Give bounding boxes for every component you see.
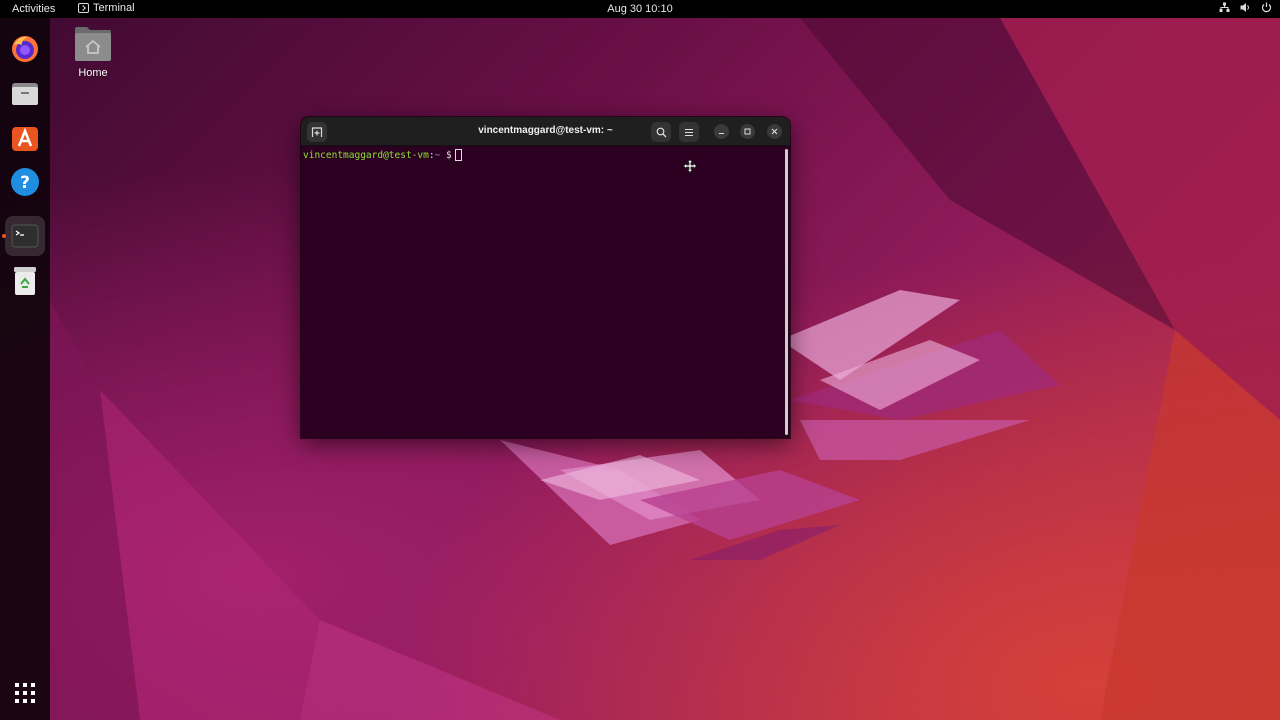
window-title: vincentmaggard@test-vm: ~	[478, 125, 613, 136]
software-icon	[12, 127, 38, 151]
activities-button[interactable]: Activities	[12, 3, 55, 15]
top-bar: Activities Terminal Aug 30 10:10	[0, 0, 1280, 18]
minimize-icon	[719, 133, 724, 134]
firefox-icon	[12, 36, 38, 62]
text-cursor	[454, 149, 462, 161]
prompt-line: vincentmaggard@test-vm: ~ $	[303, 149, 462, 161]
power-icon	[1261, 2, 1272, 13]
svg-text:?: ?	[20, 173, 30, 193]
app-grid-icon	[15, 683, 35, 703]
search-button[interactable]	[651, 122, 671, 142]
dock-help[interactable]: ?	[5, 162, 45, 202]
dock-terminal[interactable]	[5, 216, 45, 256]
files-icon	[12, 83, 38, 105]
new-tab-button[interactable]	[307, 122, 327, 142]
app-menu-label: Terminal	[93, 2, 135, 14]
app-menu-button[interactable]: Terminal	[78, 2, 135, 14]
move-cursor-icon	[683, 159, 697, 173]
desktop-home-icon[interactable]: Home	[70, 25, 116, 79]
volume-icon	[1240, 3, 1249, 12]
dock-trash[interactable]	[5, 261, 45, 301]
scrollbar[interactable]	[785, 149, 788, 435]
terminal-window: vincentmaggard@test-vm: ~ vincentmaggard…	[301, 117, 790, 438]
terminal-headerbar[interactable]: vincentmaggard@test-vm: ~	[301, 117, 790, 146]
help-icon: ?	[11, 168, 39, 196]
search-icon	[656, 127, 666, 137]
terminal-icon	[11, 224, 39, 248]
maximize-icon	[744, 128, 751, 135]
system-status-menu[interactable]	[1219, 2, 1272, 13]
trash-icon	[14, 267, 36, 295]
dock: ?	[0, 18, 50, 720]
home-folder-icon	[75, 27, 111, 61]
minimize-button[interactable]	[714, 124, 729, 139]
terminal-app-icon	[78, 3, 89, 13]
prompt-symbol: $	[446, 149, 452, 161]
maximize-button[interactable]	[740, 124, 755, 139]
home-label: Home	[78, 67, 108, 79]
close-icon	[771, 128, 778, 135]
dock-software[interactable]	[5, 118, 45, 158]
network-icon	[1219, 2, 1230, 12]
prompt-user: vincentmaggard@test-vm	[303, 149, 429, 161]
menu-button[interactable]	[679, 122, 699, 142]
dock-files[interactable]	[5, 74, 45, 114]
show-apps-button[interactable]	[5, 673, 45, 713]
terminal-output[interactable]: vincentmaggard@test-vm: ~ $	[301, 146, 790, 438]
new-tab-icon	[311, 127, 323, 137]
running-indicator	[2, 234, 6, 238]
dock-firefox[interactable]	[5, 29, 45, 69]
close-button[interactable]	[767, 124, 782, 139]
clock[interactable]: Aug 30 10:10	[607, 3, 672, 15]
hamburger-icon	[685, 128, 693, 136]
